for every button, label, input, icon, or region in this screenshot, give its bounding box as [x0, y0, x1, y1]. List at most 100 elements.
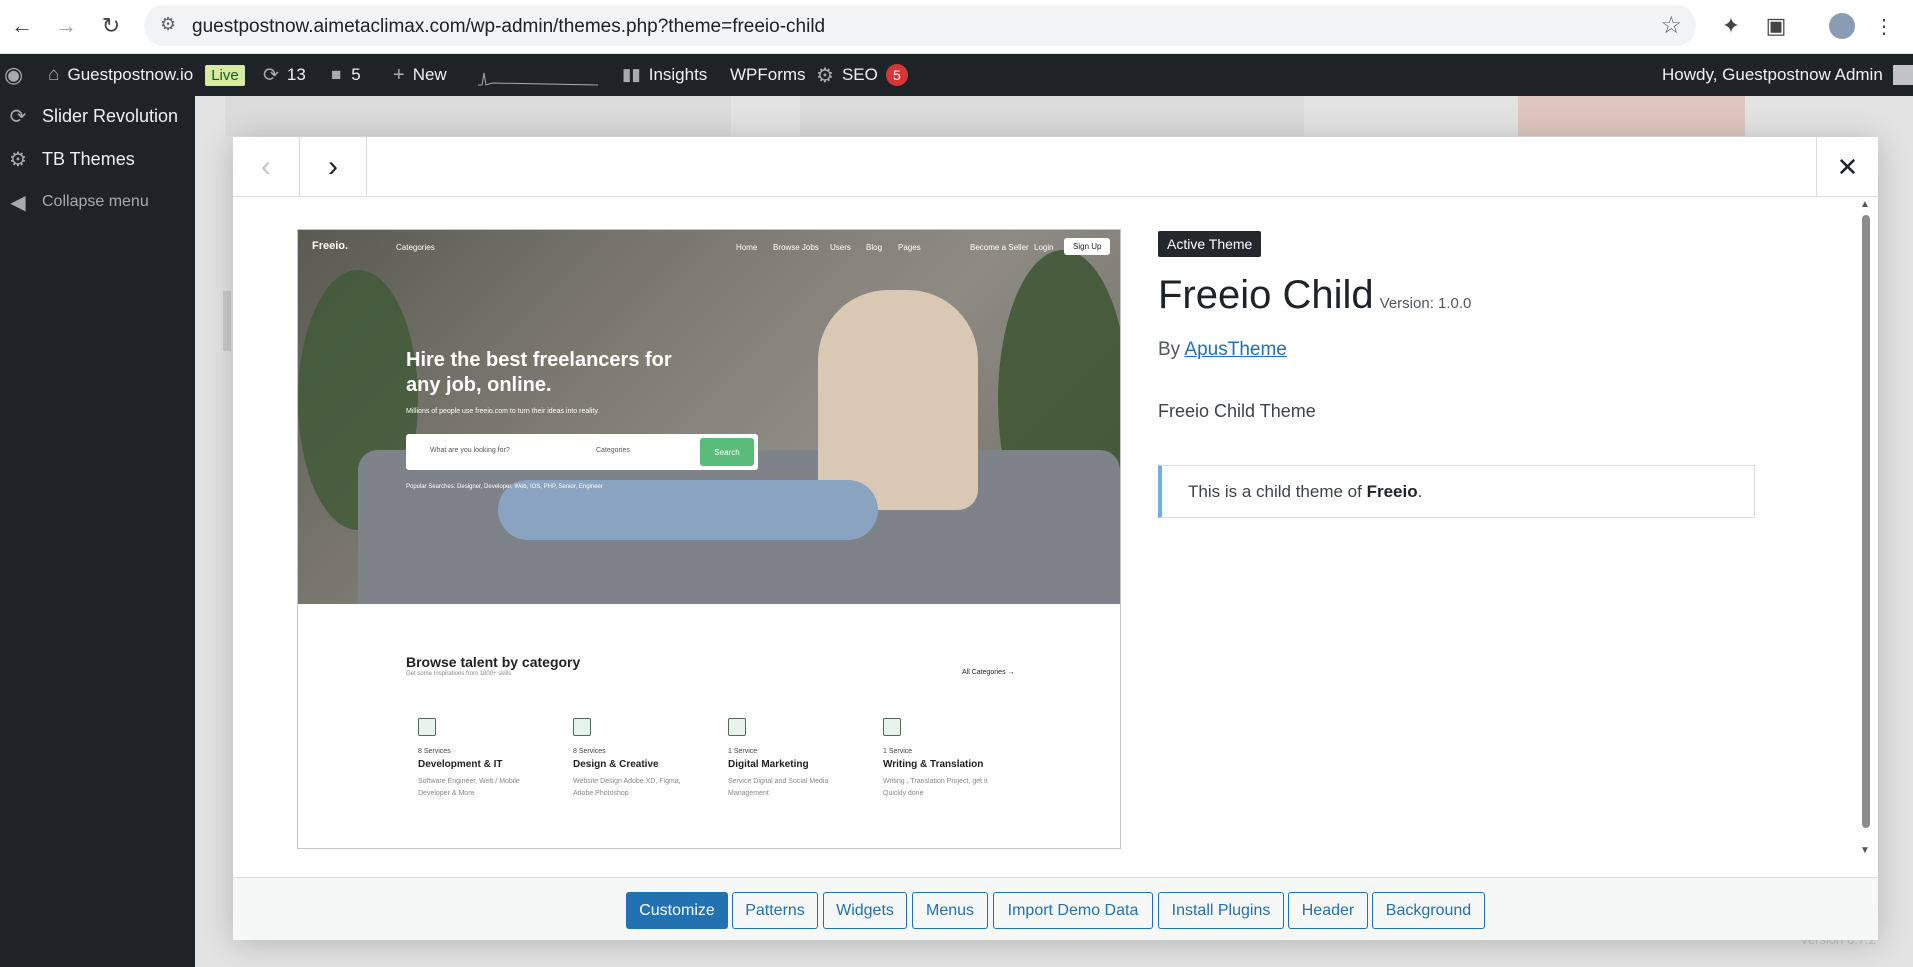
screenshot-hero-title: Hire the best freelancers for any job, o…: [406, 349, 672, 396]
modal-scrollbar[interactable]: ▲ ▼: [1860, 199, 1872, 857]
menus-button[interactable]: Menus: [912, 892, 988, 929]
patterns-button[interactable]: Patterns: [732, 892, 818, 929]
category-name: Digital Marketing: [728, 759, 809, 770]
customize-button[interactable]: Customize: [626, 892, 728, 929]
background-button[interactable]: Background: [1372, 892, 1485, 929]
notice-period: .: [1417, 482, 1423, 501]
bookmark-star-icon[interactable]: ☆: [1660, 11, 1682, 40]
screenshot-categories: Categories: [396, 243, 435, 252]
new-label: New: [412, 65, 447, 84]
screenshot-category-card: 8 Services Development & IT Software Eng…: [406, 718, 556, 800]
category-count: 1 Service: [883, 748, 913, 755]
screenshot-category-card: 1 Service Digital Marketing Service Digi…: [716, 718, 866, 800]
sidebar-item-label: TB Themes: [42, 148, 135, 169]
sparkline-chart: [478, 72, 598, 86]
site-name: Guestpostnow.io: [67, 65, 194, 84]
screenshot-search-placeholder: What are you looking for?: [430, 447, 510, 454]
notice-text: This is a child theme of: [1188, 482, 1362, 501]
category-name: Design & Creative: [573, 759, 659, 770]
screenshot-category-card: 1 Service Writing & Translation Writing …: [871, 718, 1021, 800]
screenshot-signup: Sign Up: [1064, 238, 1111, 255]
site-info-icon[interactable]: ⚙: [160, 14, 176, 35]
url-text[interactable]: guestpostnow.aimetaclimax.com/wp-admin/t…: [192, 16, 825, 38]
scroll-down-icon[interactable]: ▼: [1860, 845, 1870, 856]
comment-icon: ■: [331, 65, 342, 84]
previous-theme-button[interactable]: ‹: [233, 137, 300, 197]
theme-card: [225, 96, 731, 136]
scroll-up-icon[interactable]: ▲: [1860, 199, 1870, 210]
screenshot-search-box: What are you looking for? Categories Sea…: [406, 434, 758, 470]
theme-details-modal: ‹ › ✕ Freeio. Categories Home Browse Job…: [233, 137, 1878, 940]
howdy-text: Howdy, Guestpostnow Admin: [1662, 65, 1883, 84]
design-icon: [573, 718, 591, 736]
comments-count: 5: [351, 65, 361, 84]
category-count: 1 Service: [728, 748, 758, 755]
scroll-thumb[interactable]: [1862, 215, 1870, 828]
puzzle-icon[interactable]: ▣: [1760, 10, 1792, 42]
next-theme-button[interactable]: ›: [300, 137, 367, 197]
by-label: By: [1158, 339, 1181, 360]
close-modal-button[interactable]: ✕: [1816, 137, 1878, 197]
collapse-menu-button[interactable]: ◀ Collapse menu: [0, 190, 148, 214]
updates-menu[interactable]: ⟳ 13: [263, 54, 306, 96]
category-desc: Website Design Adobe XD, Figma, Adobe Ph…: [573, 778, 681, 797]
active-theme-badge: Active Theme: [1158, 231, 1262, 257]
category-name: Development & IT: [418, 759, 503, 770]
parent-theme-name: Freeio: [1366, 482, 1418, 501]
screenshot-search-category: Categories: [596, 447, 630, 454]
new-content-menu[interactable]: + New: [393, 54, 447, 96]
sidebar-item-tb-themes[interactable]: ⚙ TB Themes: [0, 147, 135, 171]
screenshot-category-card: 8 Services Design & Creative Website Des…: [561, 718, 711, 800]
sidebar-item-slider-revolution[interactable]: ⟳ Slider Revolution: [0, 104, 178, 128]
gear-icon: ⚙: [9, 148, 27, 171]
screenshot-hero-subtitle: Millions of people use freeio.com to tur…: [406, 408, 600, 415]
updates-count: 13: [286, 65, 306, 84]
extension-icon[interactable]: ✦: [1715, 10, 1747, 42]
seo-count-badge: 5: [885, 64, 908, 86]
reload-icon[interactable]: ↻: [95, 10, 127, 42]
profile-avatar[interactable]: [1826, 10, 1858, 42]
marketing-icon: [728, 718, 746, 736]
theme-author: By ApusTheme: [1158, 339, 1287, 361]
screenshot-all-categories: All Categories →: [962, 669, 1015, 676]
widgets-button[interactable]: Widgets: [823, 892, 907, 929]
account-menu[interactable]: Howdy, Guestpostnow Admin: [1662, 54, 1913, 96]
forward-icon[interactable]: →: [50, 10, 82, 42]
back-icon[interactable]: ←: [6, 10, 38, 42]
comments-menu[interactable]: ■ 5: [331, 54, 361, 96]
category-desc: Writing , Translation Project, get it Qu…: [883, 778, 988, 797]
theme-description: Freeio Child Theme: [1158, 401, 1316, 421]
screenshot-browse-subtitle: Get some Inspirations from 1800+ skills: [406, 671, 512, 677]
insights-menu[interactable]: ▮▮ Insights: [622, 54, 707, 96]
seo-menu[interactable]: ⚙ SEO 5: [816, 54, 908, 96]
wordpress-logo-icon[interactable]: ◉: [4, 54, 34, 96]
person-shape: [818, 290, 978, 510]
theme-name-text: Freeio Child: [1158, 273, 1374, 317]
category-desc: Software Engineer, Web / Mobile Develope…: [418, 778, 520, 797]
category-count: 8 Services: [573, 748, 606, 755]
wp-admin-bar: ◉ ⌂ Guestpostnow.io Live ⟳ 13 ■ 5 + New …: [0, 54, 1913, 96]
install-plugins-button[interactable]: Install Plugins: [1158, 892, 1284, 929]
sidebar-item-label: Slider Revolution: [42, 105, 179, 126]
bar-chart-icon: ▮▮: [622, 65, 641, 84]
header-button[interactable]: Header: [1288, 892, 1368, 929]
author-link[interactable]: ApusTheme: [1184, 339, 1286, 360]
refresh-icon: ⟳: [9, 105, 27, 128]
category-count: 8 Services: [418, 748, 451, 755]
address-bar[interactable]: ⚙ guestpostnow.aimetaclimax.com/wp-admin…: [144, 5, 1696, 46]
import-demo-data-button[interactable]: Import Demo Data: [993, 892, 1153, 929]
wpforms-menu[interactable]: WPForms: [730, 54, 806, 96]
site-menu[interactable]: ⌂ Guestpostnow.io Live: [48, 54, 245, 96]
modal-header: ‹ › ✕: [233, 137, 1878, 197]
menu-dots-icon[interactable]: ⋮: [1868, 10, 1900, 42]
browser-toolbar: ← → ↻ ⚙ guestpostnow.aimetaclimax.com/wp…: [0, 0, 1913, 54]
translate-icon: [883, 718, 901, 736]
theme-version: Version: 1.0.0: [1379, 295, 1472, 312]
seo-label: SEO: [841, 65, 878, 84]
theme-actions: Customize Patterns Widgets Menus Import …: [233, 877, 1878, 940]
screenshot-browse-title: Browse talent by category: [406, 654, 581, 670]
theme-screenshot: Freeio. Categories Home Browse Jobs User…: [297, 229, 1121, 849]
stats-sparkline[interactable]: [478, 54, 598, 96]
category-desc: Service Digital and Social Media Managem…: [728, 778, 829, 797]
updates-icon: ⟳: [263, 64, 279, 86]
